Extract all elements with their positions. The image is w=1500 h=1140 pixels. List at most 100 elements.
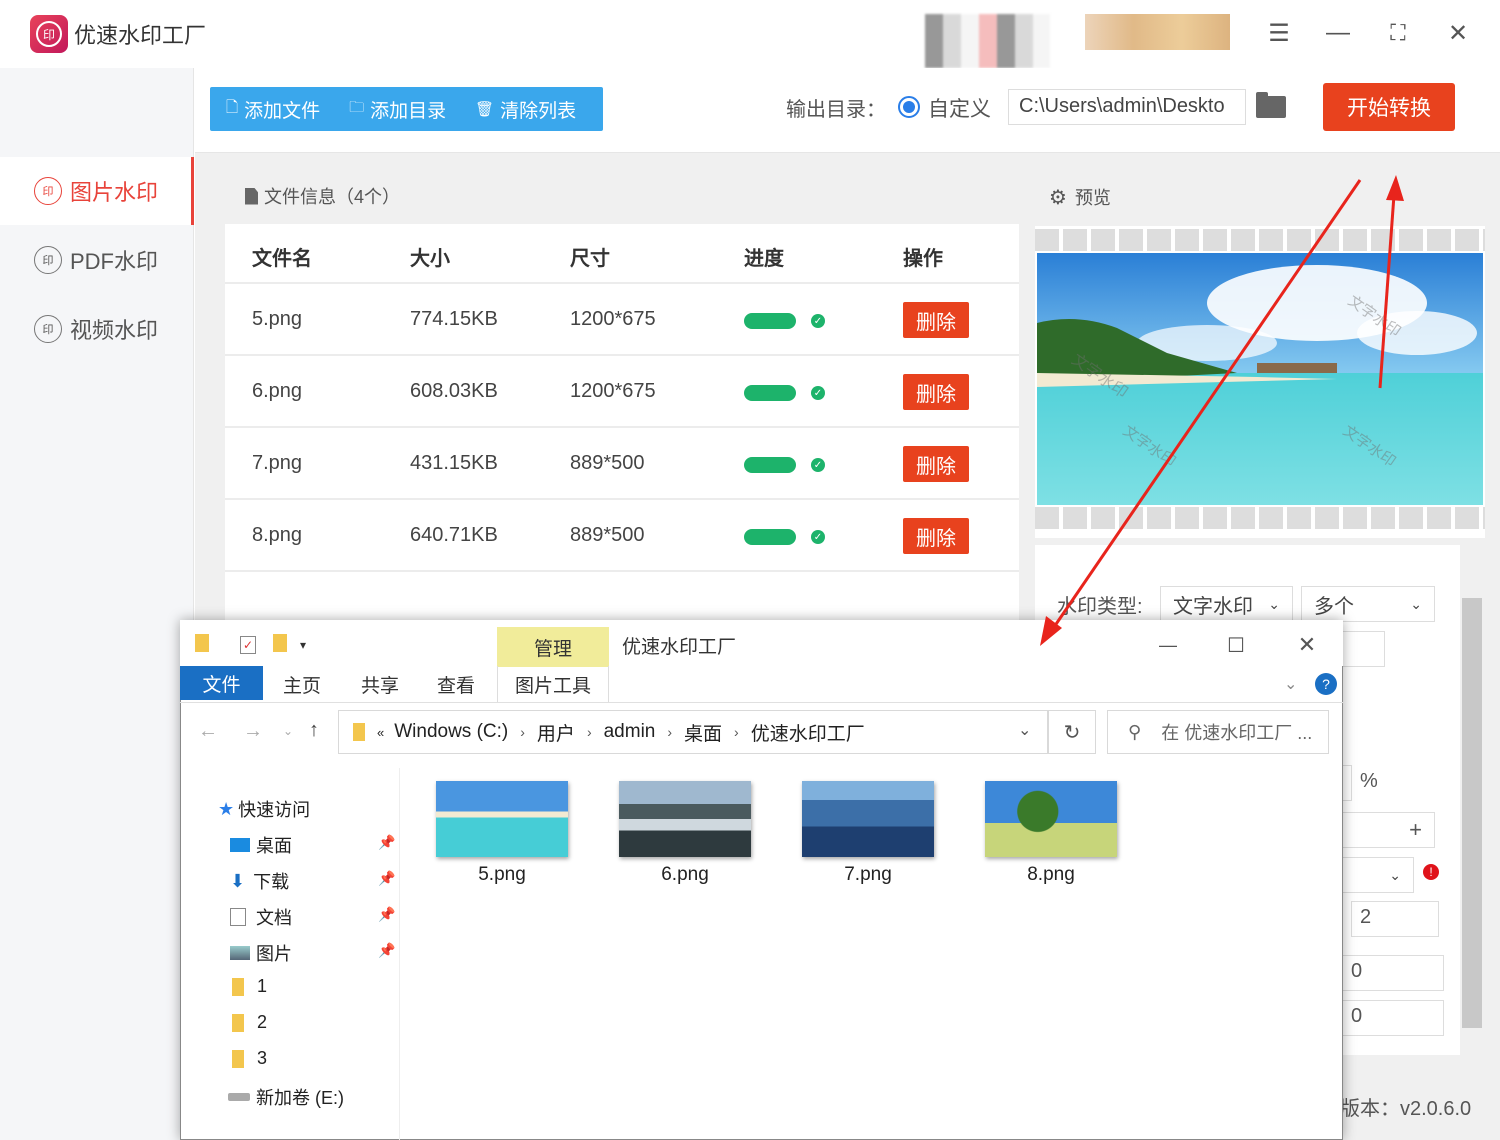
stepper-3-value: 0 — [1351, 1005, 1363, 1027]
explorer-close-icon[interactable]: ✕ — [1289, 630, 1325, 660]
quick-access-dropdown-icon[interactable]: ▾ — [300, 638, 306, 652]
minimize-icon[interactable]: — — [1320, 18, 1356, 48]
nav-downloads[interactable]: ⬇ 下载 — [230, 868, 289, 894]
breadcrumb-sep-icon[interactable]: › — [667, 724, 672, 740]
clear-list-button[interactable]: 🗑 清除列表 — [459, 87, 589, 131]
nav-folder-2[interactable]: 2 — [232, 1012, 267, 1033]
overflow-chevron-icon[interactable]: « — [377, 725, 384, 740]
file-name-5[interactable]: 5.png — [436, 864, 568, 886]
tab-file[interactable]: 文件 — [180, 666, 263, 700]
nav-pictures[interactable]: 图片 — [230, 940, 292, 966]
folder-icon — [195, 634, 209, 652]
stepper-2[interactable]: 0 — [1342, 955, 1444, 991]
forward-arrow-icon[interactable]: → — [243, 720, 263, 743]
check-icon: ✓ — [811, 314, 825, 328]
tab-home[interactable]: 主页 — [272, 666, 332, 702]
watermark-count-select[interactable]: 多个 ⌄ — [1301, 586, 1435, 622]
tab-view[interactable]: 查看 — [426, 666, 486, 702]
thumbnail-8[interactable] — [985, 781, 1117, 857]
start-convert-button[interactable]: 开始转换 — [1323, 83, 1455, 131]
menu-icon[interactable]: ☰ — [1261, 18, 1297, 48]
manage-tab[interactable]: 管理 — [497, 627, 609, 667]
preview-title: 预览 — [1074, 188, 1111, 208]
settings-scrollbar-thumb[interactable] — [1462, 598, 1482, 1028]
file-name-8[interactable]: 8.png — [985, 864, 1117, 886]
pin-icon[interactable]: 📌 — [378, 942, 395, 959]
sidebar-item-image-watermark[interactable]: 印图片水印 — [0, 157, 194, 225]
stepper-1[interactable]: 2 — [1351, 901, 1439, 937]
ribbon-expand-icon[interactable]: ⌄ — [1284, 674, 1297, 694]
breadcrumb-app-folder[interactable]: 优速水印工厂 — [751, 719, 865, 746]
clear-list-label: 清除列表 — [500, 100, 577, 122]
delete-button[interactable]: 删除 — [903, 374, 969, 410]
pin-icon[interactable]: 📌 — [378, 906, 395, 923]
refresh-icon[interactable]: ↻ — [1048, 710, 1096, 754]
fullscreen-icon[interactable]: ⛶ — [1380, 18, 1416, 48]
col-header-name: 文件名 — [252, 248, 312, 270]
breadcrumb-sep-icon[interactable]: › — [587, 724, 592, 740]
file-name-cell: 8.png — [252, 524, 303, 546]
output-path-input[interactable]: C:\Users\admin\Deskto — [1008, 89, 1246, 125]
sidebar-item-label: PDF水印 — [70, 249, 159, 274]
breadcrumb-desktop[interactable]: 桌面 — [684, 719, 722, 746]
chevron-down-icon: ⌄ — [1389, 866, 1401, 883]
close-icon[interactable]: ✕ — [1440, 18, 1476, 48]
nav-drive-e[interactable]: 新加卷 (E:) — [228, 1084, 344, 1110]
explorer-maximize-icon[interactable]: ☐ — [1218, 630, 1254, 660]
preview-checker-top — [1035, 229, 1485, 251]
blurred-user-area — [1085, 14, 1230, 50]
drive-icon — [228, 1093, 250, 1101]
custom-radio[interactable] — [898, 96, 920, 118]
add-color-button[interactable]: + — [1330, 812, 1435, 848]
nav-folder-1[interactable]: 1 — [232, 976, 267, 997]
delete-button[interactable]: 删除 — [903, 446, 969, 482]
tab-share[interactable]: 共享 — [350, 666, 410, 702]
watermark-type-select[interactable]: 文字水印 ⌄ — [1160, 586, 1293, 622]
thumbnail-5[interactable] — [436, 781, 568, 857]
nav-label: 图片 — [256, 944, 292, 964]
new-folder-icon[interactable] — [273, 634, 287, 652]
explorer-minimize-icon[interactable]: — — [1150, 630, 1186, 660]
app-title: 优速水印工厂 — [74, 23, 207, 48]
pin-icon[interactable]: 📌 — [378, 870, 395, 887]
back-arrow-icon[interactable]: ← — [198, 720, 218, 743]
sidebar-item-pdf-watermark[interactable]: 印 PDF水印 — [0, 226, 194, 294]
address-dropdown-icon[interactable]: ⌄ — [1018, 720, 1031, 740]
sidebar-item-video-watermark[interactable]: 印视频水印 — [0, 295, 194, 363]
breadcrumb-sep-icon[interactable]: › — [734, 724, 739, 740]
nav-label: 1 — [257, 976, 268, 996]
properties-icon[interactable]: ✓ — [240, 636, 256, 654]
help-icon[interactable]: ? — [1315, 673, 1337, 695]
breadcrumb-drive[interactable]: Windows (C:) — [394, 721, 508, 743]
app-logo: 印 — [30, 15, 68, 53]
nav-documents[interactable]: 文档 — [230, 904, 292, 930]
nav-folder-3[interactable]: 3 — [232, 1048, 267, 1069]
file-name-6[interactable]: 6.png — [619, 864, 751, 886]
delete-button[interactable]: 删除 — [903, 302, 969, 338]
file-name-7[interactable]: 7.png — [802, 864, 934, 886]
thumbnail-7[interactable] — [802, 781, 934, 857]
stepper-3[interactable]: 0 — [1342, 1000, 1444, 1036]
thumbnail-6[interactable] — [619, 781, 751, 857]
search-input[interactable]: ⚲ 在 优速水印工厂 ... — [1107, 710, 1329, 754]
browse-folder-icon[interactable] — [1256, 92, 1286, 118]
add-dir-button[interactable]: 🗀 添加目录 — [333, 87, 459, 131]
nav-quick-access[interactable]: ★ 快速访问 — [218, 796, 310, 822]
pin-icon[interactable]: 📌 — [378, 834, 395, 851]
tab-picture-tools[interactable]: 图片工具 — [497, 666, 609, 702]
address-bar[interactable]: « Windows (C:) › 用户 › admin › 桌面 › 优速水印工厂 — [338, 710, 1048, 754]
progress-bar — [744, 457, 796, 473]
nav-label: 桌面 — [256, 836, 292, 856]
delete-button[interactable]: 删除 — [903, 518, 969, 554]
up-arrow-icon[interactable]: ↑ — [309, 719, 319, 742]
breadcrumb-sep-icon[interactable]: › — [520, 724, 525, 740]
folder-icon — [232, 1049, 244, 1068]
breadcrumb-admin[interactable]: admin — [604, 721, 656, 743]
output-dir-label: 输出目录： — [786, 99, 886, 121]
add-file-button[interactable]: 🗋 添加文件 — [210, 87, 333, 131]
chevron-down-icon: ⌄ — [1268, 595, 1280, 612]
recent-dropdown-icon[interactable]: ⌄ — [283, 724, 293, 738]
toolbar-button-group: 🗋 添加文件 🗀 添加目录 🗑 清除列表 — [210, 87, 603, 131]
breadcrumb-users[interactable]: 用户 — [537, 719, 575, 746]
nav-desktop[interactable]: 桌面 — [230, 832, 292, 858]
